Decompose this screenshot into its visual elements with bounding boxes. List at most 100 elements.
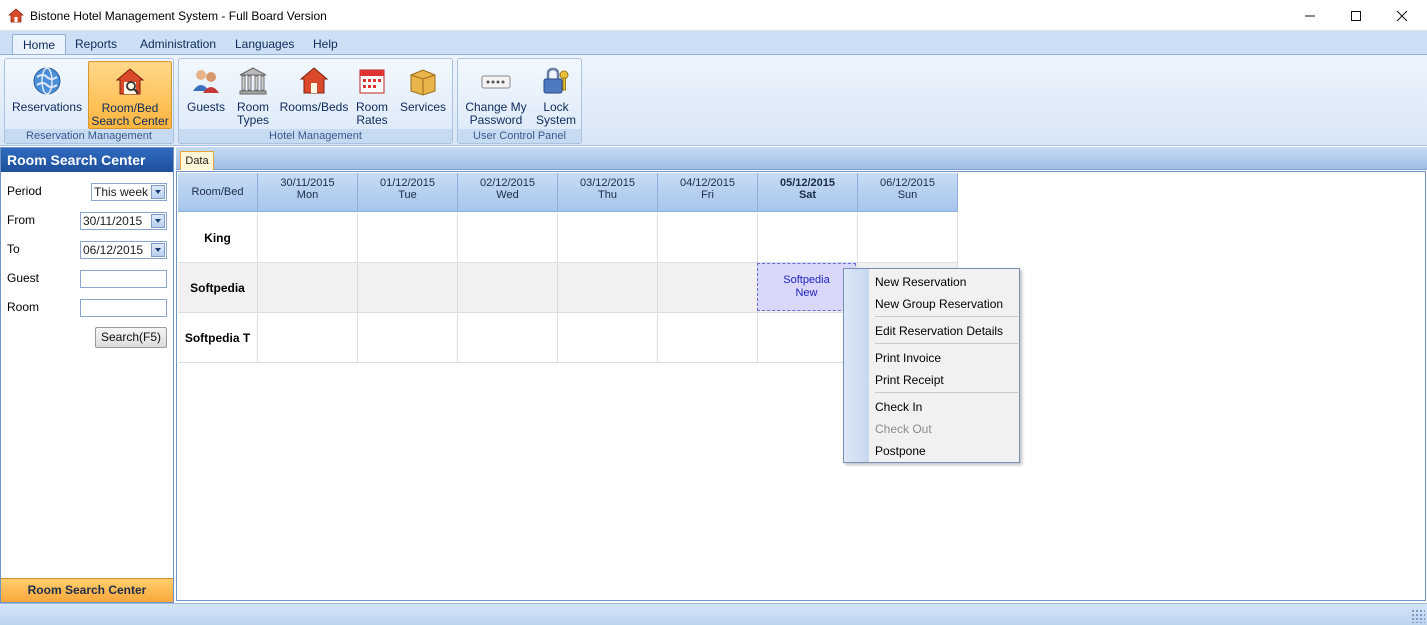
lock-key-icon (543, 67, 569, 94)
room-bed-search-center-button[interactable]: Room/Bed Search Center (88, 61, 172, 129)
grid-cell[interactable] (658, 313, 758, 363)
house-icon (299, 67, 329, 94)
guest-label: Guest (7, 271, 40, 285)
grid-cell[interactable] (458, 263, 558, 313)
reservation-block[interactable]: Softpedia New (757, 263, 856, 311)
row-header-softpedia: Softpedia (178, 263, 258, 313)
minimize-icon (1305, 15, 1315, 16)
change-my-password-button[interactable]: Change My Password (462, 61, 530, 129)
rooms-beds-label: Rooms/Beds (279, 100, 349, 114)
tab-reports[interactable]: Reports (65, 34, 127, 55)
close-icon (1396, 10, 1408, 21)
window-title: Bistone Hotel Management System - Full B… (30, 9, 327, 23)
ribbon-group-user-control-panel: Change My Password Lock System User Cont… (457, 58, 582, 144)
services-label: Services (399, 100, 446, 114)
room-search-panel: Room Search Center Period This week From… (0, 147, 174, 603)
search-button[interactable]: Search(F5) (95, 327, 167, 348)
building-columns-icon (239, 67, 267, 95)
chevron-down-icon[interactable] (151, 214, 165, 228)
chevron-down-icon[interactable] (151, 185, 165, 199)
column-day: Mon (296, 189, 319, 201)
ribbon: Reservations Room/Bed Search Center Rese… (0, 54, 1427, 146)
menu-bar: Home Reports Administration Languages He… (0, 31, 1427, 55)
room-rates-label: Room Rates (355, 100, 388, 127)
tab-home[interactable]: Home (12, 34, 67, 55)
menu-item-check-out: Check Out (875, 422, 932, 436)
tab-help[interactable]: Help (303, 34, 348, 55)
rooms-beds-button[interactable]: Rooms/Beds (279, 61, 349, 129)
from-date-value: 30/11/2015 (83, 214, 143, 228)
column-date: 03/12/2015 (579, 177, 636, 189)
resize-grip-icon[interactable] (1411, 609, 1425, 623)
grid-cell[interactable] (258, 263, 358, 313)
column-header[interactable]: 05/12/2015 Sat (758, 173, 858, 212)
reservations-button[interactable]: Reservations (11, 61, 83, 129)
tab-administration[interactable]: Administration (130, 34, 226, 55)
grid-cell[interactable] (658, 213, 758, 263)
ribbon-group-hotel-management: Guests Room Types Rooms/Beds Room Rates … (178, 58, 453, 144)
lock-system-button[interactable]: Lock System (534, 61, 578, 129)
menu-item-check-in[interactable]: Check In (875, 400, 922, 414)
grid-cell[interactable] (858, 213, 958, 263)
column-date: 05/12/2015 (779, 177, 836, 189)
guest-input[interactable] (80, 270, 167, 288)
minimize-button[interactable] (1287, 0, 1333, 31)
column-header[interactable]: 03/12/2015 Thu (558, 173, 658, 212)
lock-system-label: Lock System (535, 100, 576, 127)
grid-cell[interactable] (658, 263, 758, 313)
column-header[interactable]: 30/11/2015 Mon (258, 173, 358, 212)
column-date: 04/12/2015 (679, 177, 736, 189)
globe-icon (33, 67, 61, 95)
menu-gutter (844, 269, 869, 462)
tab-languages[interactable]: Languages (225, 34, 304, 55)
column-date: 01/12/2015 (379, 177, 436, 189)
change-my-password-label: Change My Password (465, 100, 527, 127)
ribbon-group-reservation-management: Reservations Room/Bed Search Center Rese… (4, 58, 174, 144)
grid-cell[interactable] (758, 213, 858, 263)
grid-cell[interactable] (358, 313, 458, 363)
house-search-icon (115, 68, 145, 95)
password-field-icon (481, 75, 511, 89)
maximize-button[interactable] (1333, 0, 1379, 31)
grid-cell[interactable] (358, 213, 458, 263)
period-label: Period (7, 184, 42, 198)
close-button[interactable] (1379, 0, 1425, 31)
room-search-center-nav-button[interactable]: Room Search Center (1, 578, 173, 602)
tab-data[interactable]: Data (180, 151, 214, 170)
grid-cell[interactable] (558, 263, 658, 313)
menu-separator (875, 343, 1018, 344)
room-input[interactable] (80, 299, 167, 317)
column-header[interactable]: 06/12/2015 Sun (858, 173, 958, 212)
column-header[interactable]: 04/12/2015 Fri (658, 173, 758, 212)
grid-cell[interactable] (458, 313, 558, 363)
ribbon-group-label: User Control Panel (458, 129, 581, 143)
period-select[interactable]: This week (91, 183, 167, 201)
room-calendar-grid: Room/Bed 30/11/2015 Mon 01/12/2015 Tue 02/… (176, 171, 1426, 601)
grid-cell[interactable] (558, 213, 658, 263)
row-header-king: King (178, 213, 258, 263)
chevron-down-icon[interactable] (151, 243, 165, 257)
room-types-button[interactable]: Room Types (231, 61, 275, 129)
from-date-picker[interactable]: 30/11/2015 (80, 212, 167, 230)
menu-item-new-group-reservation[interactable]: New Group Reservation (875, 297, 1003, 311)
grid-cell[interactable] (358, 263, 458, 313)
column-header[interactable]: 01/12/2015 Tue (358, 173, 458, 212)
grid-cell[interactable] (258, 213, 358, 263)
menu-item-print-receipt[interactable]: Print Receipt (875, 373, 944, 387)
title-bar: Bistone Hotel Management System - Full B… (0, 0, 1427, 31)
grid-cell[interactable] (458, 213, 558, 263)
column-header[interactable]: 02/12/2015 Wed (458, 173, 558, 212)
menu-item-print-invoice[interactable]: Print Invoice (875, 351, 941, 365)
to-date-picker[interactable]: 06/12/2015 (80, 241, 167, 259)
menu-item-edit-reservation-details[interactable]: Edit Reservation Details (875, 324, 1003, 338)
guests-label: Guests (186, 100, 225, 114)
room-rates-button[interactable]: Room Rates (351, 61, 393, 129)
grid-cell[interactable] (558, 313, 658, 363)
guests-button[interactable]: Guests (183, 61, 229, 129)
home-app-icon (8, 8, 24, 23)
menu-item-postpone[interactable]: Postpone (875, 444, 926, 458)
column-day: Wed (496, 189, 519, 201)
menu-item-new-reservation[interactable]: New Reservation (875, 275, 966, 289)
services-button[interactable]: Services (397, 61, 449, 129)
grid-cell[interactable] (258, 313, 358, 363)
